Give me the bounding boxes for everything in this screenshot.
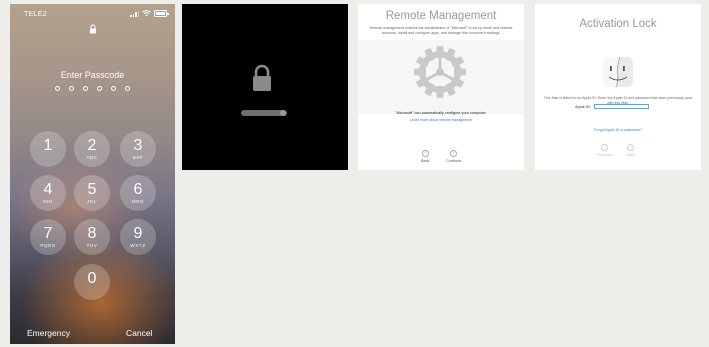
lock-icon bbox=[90, 24, 96, 34]
key-digit: 1 bbox=[43, 137, 53, 154]
emergency-button[interactable]: Emergency bbox=[27, 328, 70, 338]
apple-id-row: Apple ID: bbox=[575, 104, 649, 109]
keypad-key-8[interactable]: 8 TUV bbox=[74, 219, 110, 255]
continue-arrow-icon: › bbox=[450, 150, 458, 157]
key-letters: MNO bbox=[131, 199, 145, 204]
lock-icon bbox=[253, 64, 271, 91]
status-icons bbox=[130, 10, 169, 17]
key-digit: 5 bbox=[87, 181, 97, 198]
keypad-key-5[interactable]: 5 JKL bbox=[74, 175, 110, 211]
locked-mac-screen bbox=[182, 4, 348, 170]
passcode-dot bbox=[97, 86, 102, 91]
back-button[interactable]: ‹ Back bbox=[421, 150, 429, 163]
next-label: Next bbox=[627, 153, 635, 157]
key-digit: 9 bbox=[133, 225, 143, 242]
continue-arrow-icon: › bbox=[627, 144, 635, 151]
passcode-dots bbox=[10, 86, 175, 91]
forgot-link[interactable]: Forgot Apple ID or password? bbox=[535, 128, 701, 132]
key-letters: JKL bbox=[87, 199, 97, 204]
passcode-dot bbox=[125, 86, 130, 91]
key-letters: TUV bbox=[86, 243, 98, 248]
next-button[interactable]: › Next bbox=[627, 144, 635, 157]
keypad-key-9[interactable]: 9 WXYZ bbox=[120, 219, 156, 255]
keypad-key-0[interactable]: 0 bbox=[74, 264, 110, 300]
previous-button[interactable]: ‹ Previous bbox=[597, 144, 612, 157]
back-arrow-icon: ‹ bbox=[600, 144, 608, 151]
page-title: Remote Management bbox=[385, 10, 497, 22]
learn-more-link[interactable]: Learn more about remote management bbox=[358, 118, 524, 122]
passcode-dot bbox=[69, 86, 74, 91]
apple-id-input[interactable] bbox=[593, 104, 649, 109]
key-digit: 2 bbox=[87, 137, 97, 154]
keypad-key-3[interactable]: 3 DEF bbox=[120, 131, 156, 167]
back-label: Back bbox=[421, 159, 430, 163]
key-digit: 3 bbox=[133, 137, 143, 154]
passcode-dot bbox=[55, 86, 60, 91]
key-letters: WXYZ bbox=[130, 243, 146, 248]
signal-icon bbox=[130, 10, 139, 17]
page-title: Activation Lock bbox=[579, 18, 657, 30]
passcode-prompt: Enter Passcode bbox=[60, 70, 125, 80]
submit-arrow-icon[interactable] bbox=[280, 110, 286, 116]
apple-id-label: Apple ID: bbox=[575, 104, 591, 109]
key-letters: DEF bbox=[132, 155, 144, 160]
finder-icon bbox=[603, 56, 633, 88]
remote-management-screen: Remote Management Remote management enab… bbox=[358, 4, 524, 170]
wifi-icon bbox=[142, 10, 151, 17]
key-letters: GHI bbox=[43, 199, 53, 204]
status-bar: TELE2 bbox=[10, 9, 175, 21]
battery-icon bbox=[154, 10, 169, 17]
back-arrow-icon: ‹ bbox=[421, 150, 429, 157]
passcode-dot bbox=[111, 86, 116, 91]
previous-label: Previous bbox=[597, 153, 612, 157]
continue-button[interactable]: › Continue bbox=[446, 150, 461, 163]
key-digit: 4 bbox=[43, 181, 53, 198]
activation-lock-screen: Activation Lock This Mac is linked to an… bbox=[535, 4, 701, 170]
key-letters: PQRS bbox=[40, 243, 56, 248]
key-digit: 7 bbox=[43, 225, 53, 242]
keypad-key-7[interactable]: 7 PQRS bbox=[30, 219, 66, 255]
keypad-key-6[interactable]: 6 MNO bbox=[120, 175, 156, 211]
key-digit: 0 bbox=[87, 270, 97, 287]
carrier-name: TELE2 bbox=[24, 11, 47, 18]
key-digit: 6 bbox=[133, 181, 143, 198]
cancel-button[interactable]: Cancel bbox=[126, 328, 152, 338]
configure-statement: "Microsoft" can automatically configure … bbox=[395, 111, 487, 115]
keypad-key-1[interactable]: 1 bbox=[30, 131, 66, 167]
key-digit: 8 bbox=[87, 225, 97, 242]
continue-label: Continue bbox=[446, 159, 462, 163]
iphone-passcode-screen: TELE2 Enter Passcode 1 2 ABC 3 DEF 4 GHI… bbox=[10, 4, 175, 344]
passcode-dot bbox=[83, 86, 88, 91]
keypad-key-4[interactable]: 4 GHI bbox=[30, 175, 66, 211]
key-letters: ABC bbox=[86, 155, 98, 160]
keypad-key-2[interactable]: 2 ABC bbox=[74, 131, 110, 167]
description-text: Remote management enables the administra… bbox=[369, 26, 513, 35]
gear-icon bbox=[414, 46, 466, 98]
